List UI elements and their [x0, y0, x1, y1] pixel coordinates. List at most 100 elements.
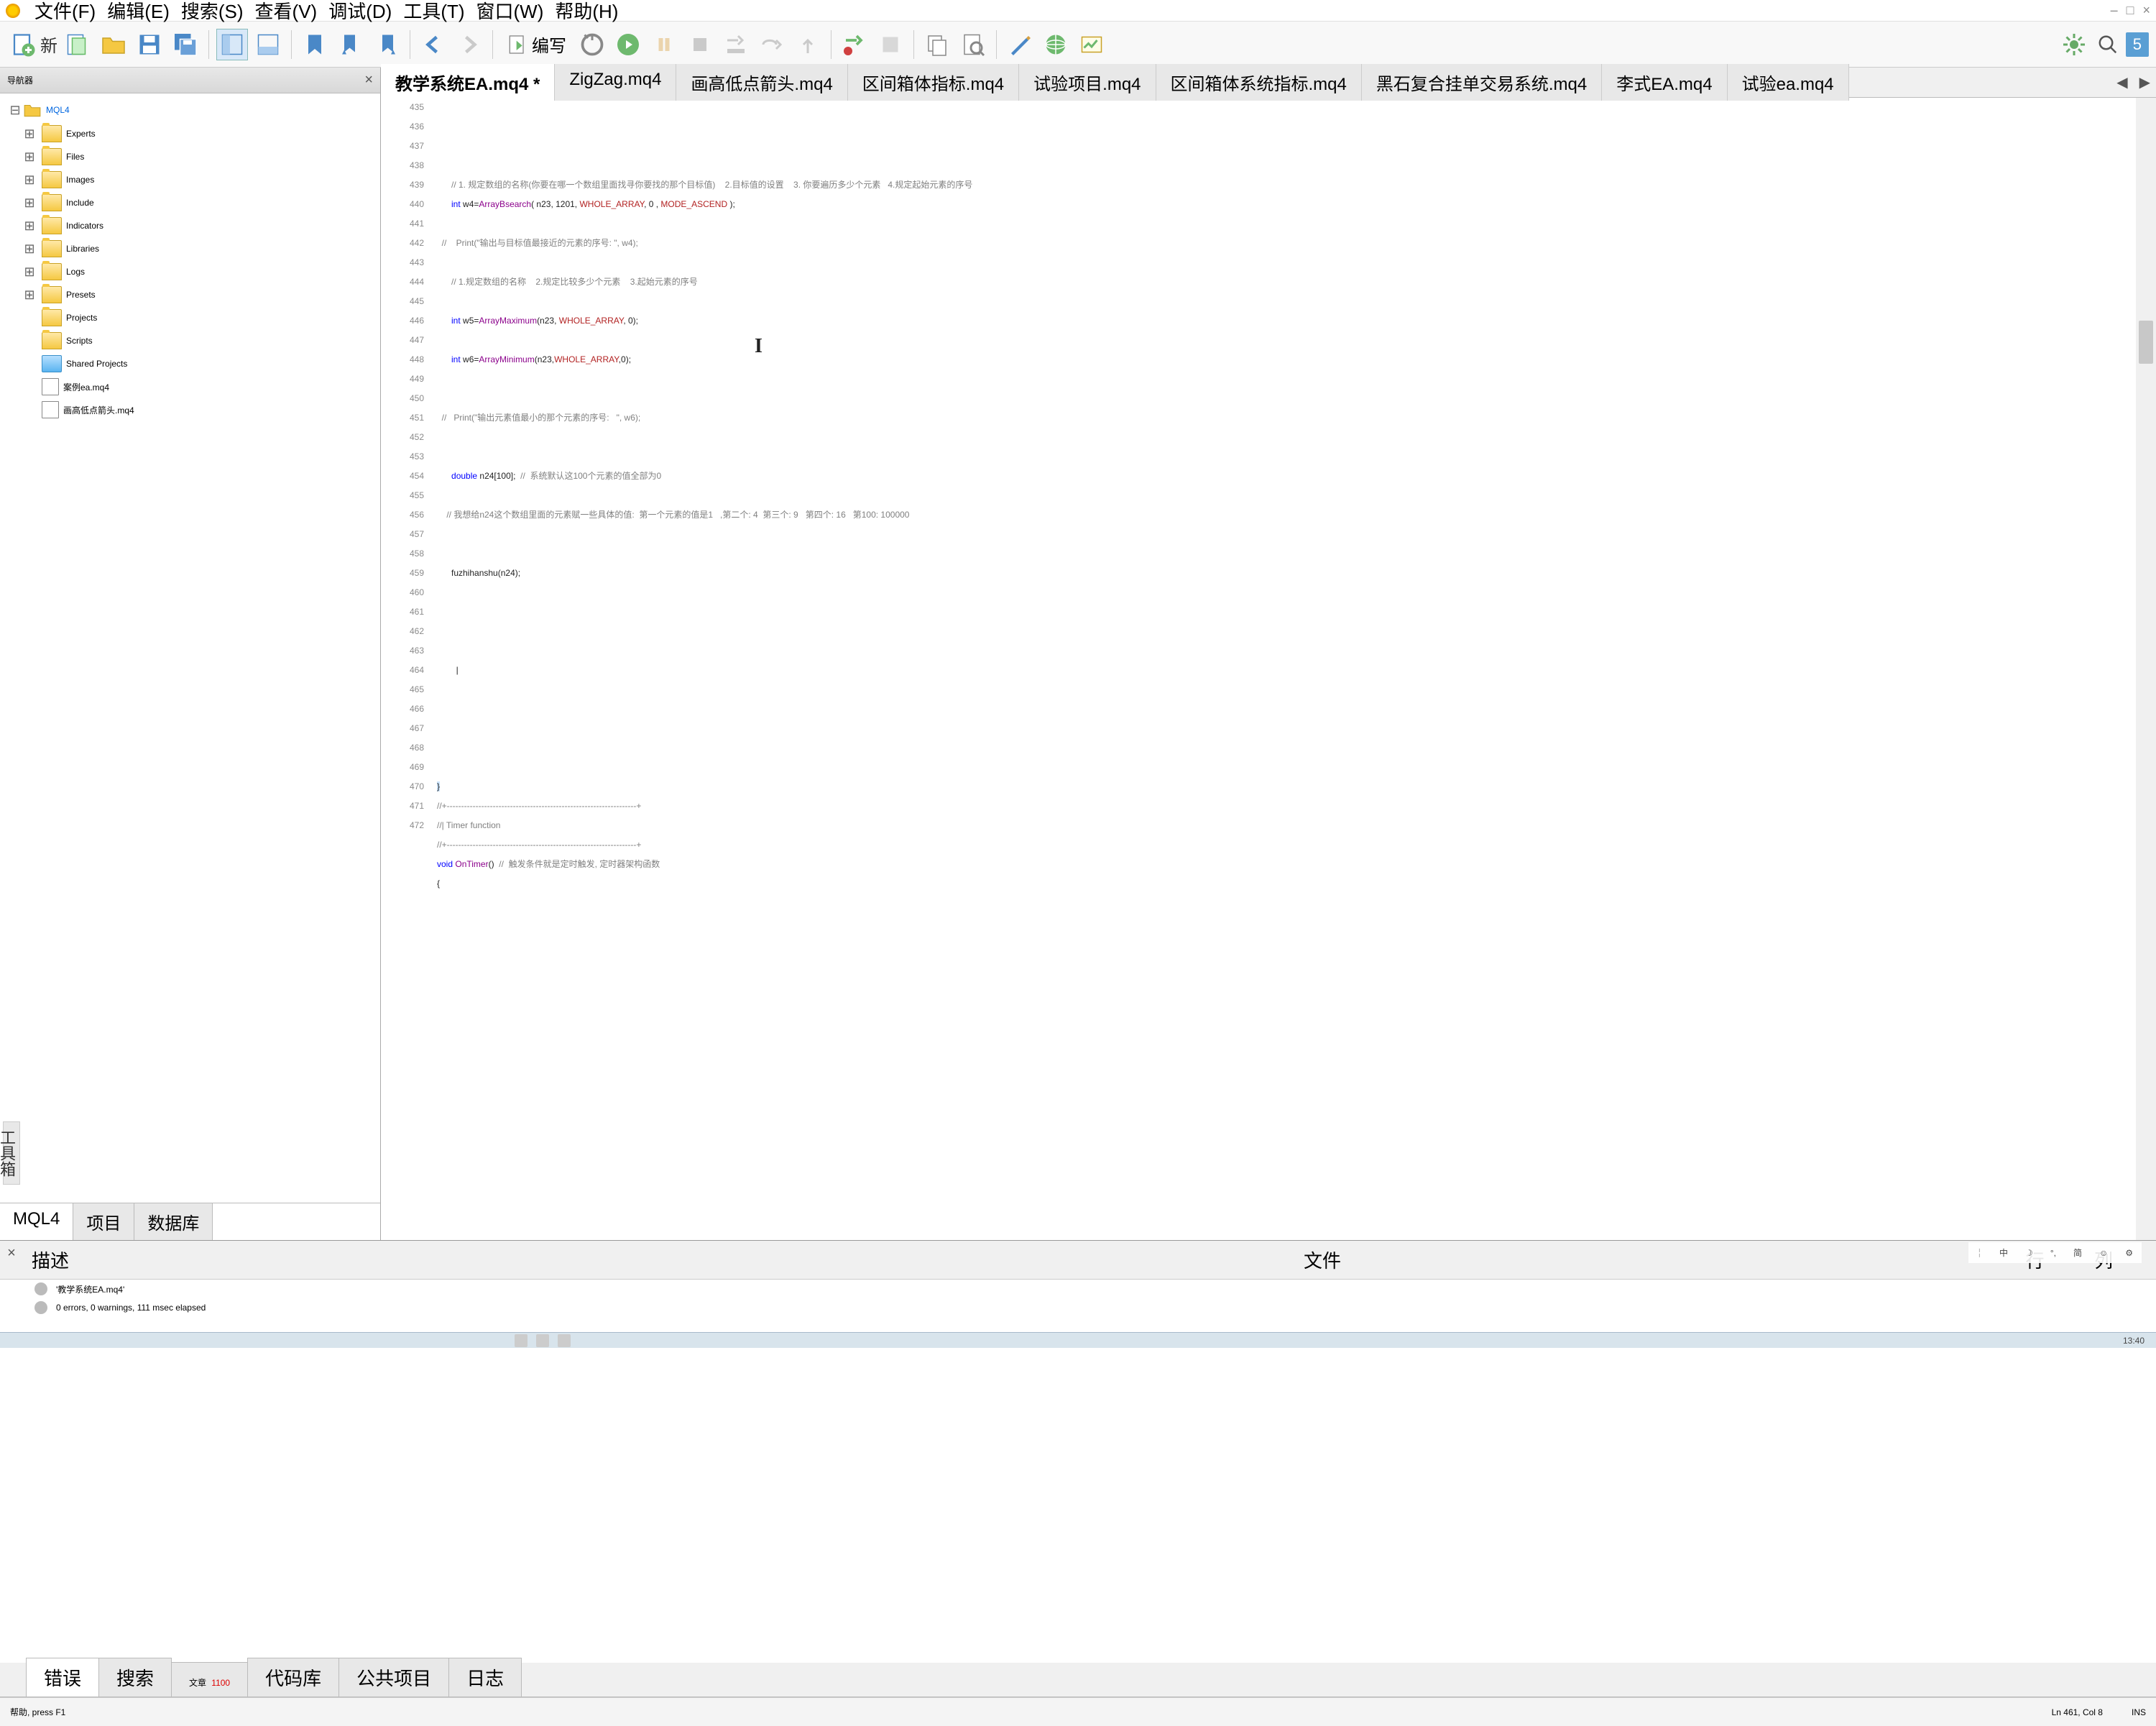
- file-tab[interactable]: 区间箱体指标.mq4: [848, 64, 1019, 101]
- file-tab[interactable]: 试验项目.mq4: [1019, 64, 1156, 101]
- settings-icon[interactable]: [2058, 29, 2090, 60]
- expand-icon[interactable]: ⊞: [22, 127, 37, 142]
- toolbox-side-label[interactable]: 工具箱: [3, 1121, 20, 1185]
- tabs-prev-icon[interactable]: ◀: [2111, 70, 2133, 94]
- expand-icon[interactable]: ⊞: [22, 265, 37, 280]
- collapse-icon[interactable]: ⊟: [7, 103, 23, 118]
- compile-button[interactable]: 编写: [500, 29, 572, 60]
- col-file[interactable]: 文件: [1295, 1241, 1985, 1279]
- output-row[interactable]: 0 errors, 0 warnings, 111 msec elapsed: [0, 1298, 2156, 1317]
- menu-edit[interactable]: 编辑(E): [107, 0, 170, 24]
- breakpoint-remove-button[interactable]: [875, 29, 906, 60]
- debug-pause-button[interactable]: [648, 29, 680, 60]
- save-button[interactable]: [134, 29, 165, 60]
- internet-button[interactable]: [1040, 29, 1072, 60]
- navigator-close-icon[interactable]: ×: [364, 72, 373, 88]
- tree-root[interactable]: ⊟ MQL4: [0, 98, 380, 122]
- tree-file[interactable]: 案例ea.mq4: [0, 375, 380, 398]
- tree-folder[interactable]: Shared Projects: [0, 352, 380, 375]
- tab-codebase[interactable]: 代码库: [247, 1658, 339, 1697]
- output-row[interactable]: '教学系统EA.mq4': [0, 1280, 2156, 1298]
- tab-log[interactable]: 日志: [448, 1658, 522, 1697]
- col-description[interactable]: 描述: [23, 1241, 1295, 1279]
- bookmark-toggle-button[interactable]: [299, 29, 331, 60]
- code-content[interactable]: I // 1. 规定数组的名称(你要在哪一个数组里面找寻你要找的那个目标值) 2…: [431, 98, 2156, 1240]
- save-all-button[interactable]: [170, 29, 201, 60]
- menu-help[interactable]: 帮助(H): [555, 0, 618, 24]
- ime-mode[interactable]: 简: [2073, 1247, 2082, 1259]
- tab-public-projects[interactable]: 公共项目: [338, 1658, 449, 1697]
- new-button[interactable]: [7, 29, 39, 60]
- search-icon[interactable]: [2097, 34, 2119, 55]
- step-out-button[interactable]: [792, 29, 824, 60]
- find-button[interactable]: [957, 29, 989, 60]
- nav-back-button[interactable]: [418, 29, 449, 60]
- tray-icon[interactable]: [515, 1334, 528, 1347]
- file-tab[interactable]: 画高低点箭头.mq4: [676, 64, 847, 101]
- tree-folder[interactable]: ⊞Files: [0, 145, 380, 168]
- expand-icon[interactable]: ⊞: [22, 173, 37, 188]
- menu-file[interactable]: 文件(F): [34, 0, 96, 24]
- ime-punct-icon[interactable]: °,: [2050, 1248, 2056, 1258]
- file-tab[interactable]: 李式EA.mq4: [1602, 64, 1727, 101]
- menu-search[interactable]: 搜索(S): [181, 0, 244, 24]
- tree-folder[interactable]: ⊞Libraries: [0, 237, 380, 260]
- ime-moon-icon[interactable]: ☽: [2025, 1248, 2033, 1258]
- tree-folder[interactable]: ⊞Presets: [0, 283, 380, 306]
- ime-lang[interactable]: 中: [1999, 1247, 2008, 1259]
- bookmark-next-button[interactable]: [371, 29, 402, 60]
- code-editor[interactable]: 4354364374384394404414424434444454464474…: [381, 98, 2156, 1240]
- expand-icon[interactable]: ⊞: [22, 196, 37, 211]
- toggle-navigator-button[interactable]: [216, 29, 248, 60]
- tree-folder[interactable]: ⊞Indicators: [0, 214, 380, 237]
- expand-icon[interactable]: ⊞: [22, 219, 37, 234]
- ime-emoji-icon[interactable]: ☺: [2099, 1248, 2108, 1258]
- minimize-icon[interactable]: –: [2111, 3, 2118, 18]
- chart-button[interactable]: [1076, 29, 1107, 60]
- file-tab[interactable]: ZigZag.mq4: [555, 64, 676, 101]
- maximize-icon[interactable]: □: [2127, 3, 2134, 18]
- ime-settings-icon[interactable]: ⚙: [2125, 1248, 2133, 1258]
- tray-icon[interactable]: [536, 1334, 549, 1347]
- open-button[interactable]: [98, 29, 129, 60]
- nav-forward-button[interactable]: [453, 29, 485, 60]
- debug-stop-button[interactable]: [684, 29, 716, 60]
- tree-folder[interactable]: ⊞Logs: [0, 260, 380, 283]
- tabs-next-icon[interactable]: ▶: [2134, 70, 2156, 94]
- nav-tab-mql4[interactable]: MQL4: [0, 1203, 73, 1240]
- tree-file[interactable]: 画高低点箭头.mq4: [0, 398, 380, 421]
- tree-folder[interactable]: Projects: [0, 306, 380, 329]
- style-button[interactable]: [1004, 29, 1036, 60]
- market-badge[interactable]: 5: [2126, 32, 2149, 57]
- debug-start-button[interactable]: [612, 29, 644, 60]
- tree-folder[interactable]: ⊞Experts: [0, 122, 380, 145]
- file-tab[interactable]: 黑石复合挂单交易系统.mq4: [1362, 64, 1602, 101]
- tab-search[interactable]: 搜索: [98, 1658, 172, 1697]
- expand-icon[interactable]: ⊞: [22, 288, 37, 303]
- toggle-toolbox-button[interactable]: [252, 29, 284, 60]
- menu-window[interactable]: 窗口(W): [476, 0, 544, 24]
- tab-articles[interactable]: 文章 1100: [171, 1662, 248, 1697]
- file-tab[interactable]: 试验ea.mq4: [1728, 64, 1849, 101]
- tab-errors[interactable]: 错误: [26, 1658, 99, 1697]
- editor-scrollbar[interactable]: [2136, 98, 2156, 1240]
- close-icon[interactable]: ×: [2142, 3, 2150, 18]
- copy-button[interactable]: [921, 29, 953, 60]
- step-over-button[interactable]: [756, 29, 788, 60]
- file-tab[interactable]: 区间箱体系统指标.mq4: [1156, 64, 1362, 101]
- taskbar-clock[interactable]: 13:40: [2123, 1336, 2145, 1346]
- output-close-icon[interactable]: ×: [0, 1241, 23, 1279]
- menu-tools[interactable]: 工具(T): [403, 0, 464, 24]
- nav-tab-project[interactable]: 项目: [73, 1203, 134, 1240]
- tray-icon[interactable]: [558, 1334, 571, 1347]
- tree-folder[interactable]: ⊞Include: [0, 191, 380, 214]
- nav-tab-database[interactable]: 数据库: [134, 1203, 213, 1240]
- step-into-button[interactable]: [720, 29, 752, 60]
- tree-folder[interactable]: Scripts: [0, 329, 380, 352]
- expand-icon[interactable]: ⊞: [22, 150, 37, 165]
- bookmark-prev-button[interactable]: [335, 29, 367, 60]
- expand-icon[interactable]: ⊞: [22, 242, 37, 257]
- breakpoint-button[interactable]: [839, 29, 870, 60]
- new-from-template-button[interactable]: [62, 29, 93, 60]
- debug-restart-button[interactable]: [576, 29, 608, 60]
